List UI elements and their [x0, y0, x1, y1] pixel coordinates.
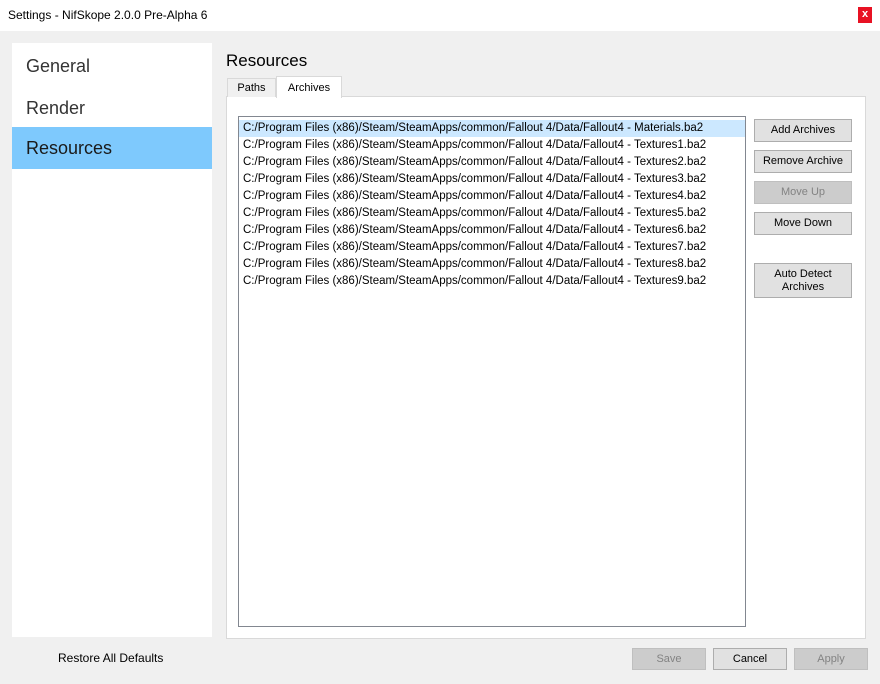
add-archives-button[interactable]: Add Archives	[754, 119, 852, 142]
tab-paths[interactable]: Paths	[227, 78, 276, 97]
list-item[interactable]: C:/Program Files (x86)/Steam/SteamApps/c…	[239, 188, 745, 205]
list-item[interactable]: C:/Program Files (x86)/Steam/SteamApps/c…	[239, 120, 745, 137]
move-down-button[interactable]: Move Down	[754, 212, 852, 235]
remove-archive-button[interactable]: Remove Archive	[754, 150, 852, 173]
list-item[interactable]: C:/Program Files (x86)/Steam/SteamApps/c…	[239, 137, 745, 154]
list-item[interactable]: C:/Program Files (x86)/Steam/SteamApps/c…	[239, 239, 745, 256]
archives-list[interactable]: C:/Program Files (x86)/Steam/SteamApps/c…	[238, 116, 746, 627]
list-item[interactable]: C:/Program Files (x86)/Steam/SteamApps/c…	[239, 205, 745, 222]
cancel-button[interactable]: Cancel	[713, 648, 787, 670]
auto-detect-label-line1: Auto Detect	[774, 268, 832, 280]
sidebar-item-resources[interactable]: Resources	[12, 127, 212, 169]
title-bar: Settings - NifSkope 2.0.0 Pre-Alpha 6 x	[0, 0, 880, 31]
tab-archives[interactable]: Archives	[276, 76, 342, 98]
auto-detect-archives-button[interactable]: Auto Detect Archives	[754, 263, 852, 298]
restore-defaults-button[interactable]: Restore All Defaults	[58, 651, 163, 665]
list-item[interactable]: C:/Program Files (x86)/Steam/SteamApps/c…	[239, 171, 745, 188]
list-item[interactable]: C:/Program Files (x86)/Steam/SteamApps/c…	[239, 154, 745, 171]
settings-sidebar: General Render Resources	[12, 43, 212, 637]
list-item[interactable]: C:/Program Files (x86)/Steam/SteamApps/c…	[239, 222, 745, 239]
window-title: Settings - NifSkope 2.0.0 Pre-Alpha 6	[8, 8, 208, 22]
close-icon[interactable]: x	[858, 7, 872, 23]
page-title: Resources	[226, 51, 308, 70]
list-item[interactable]: C:/Program Files (x86)/Steam/SteamApps/c…	[239, 273, 745, 290]
save-button[interactable]: Save	[632, 648, 706, 670]
sidebar-item-general[interactable]: General	[12, 45, 212, 87]
list-item[interactable]: C:/Program Files (x86)/Steam/SteamApps/c…	[239, 256, 745, 273]
apply-button[interactable]: Apply	[794, 648, 868, 670]
auto-detect-label-line2: Archives	[781, 281, 825, 293]
sidebar-item-render[interactable]: Render	[12, 87, 212, 129]
move-up-button[interactable]: Move Up	[754, 181, 852, 204]
